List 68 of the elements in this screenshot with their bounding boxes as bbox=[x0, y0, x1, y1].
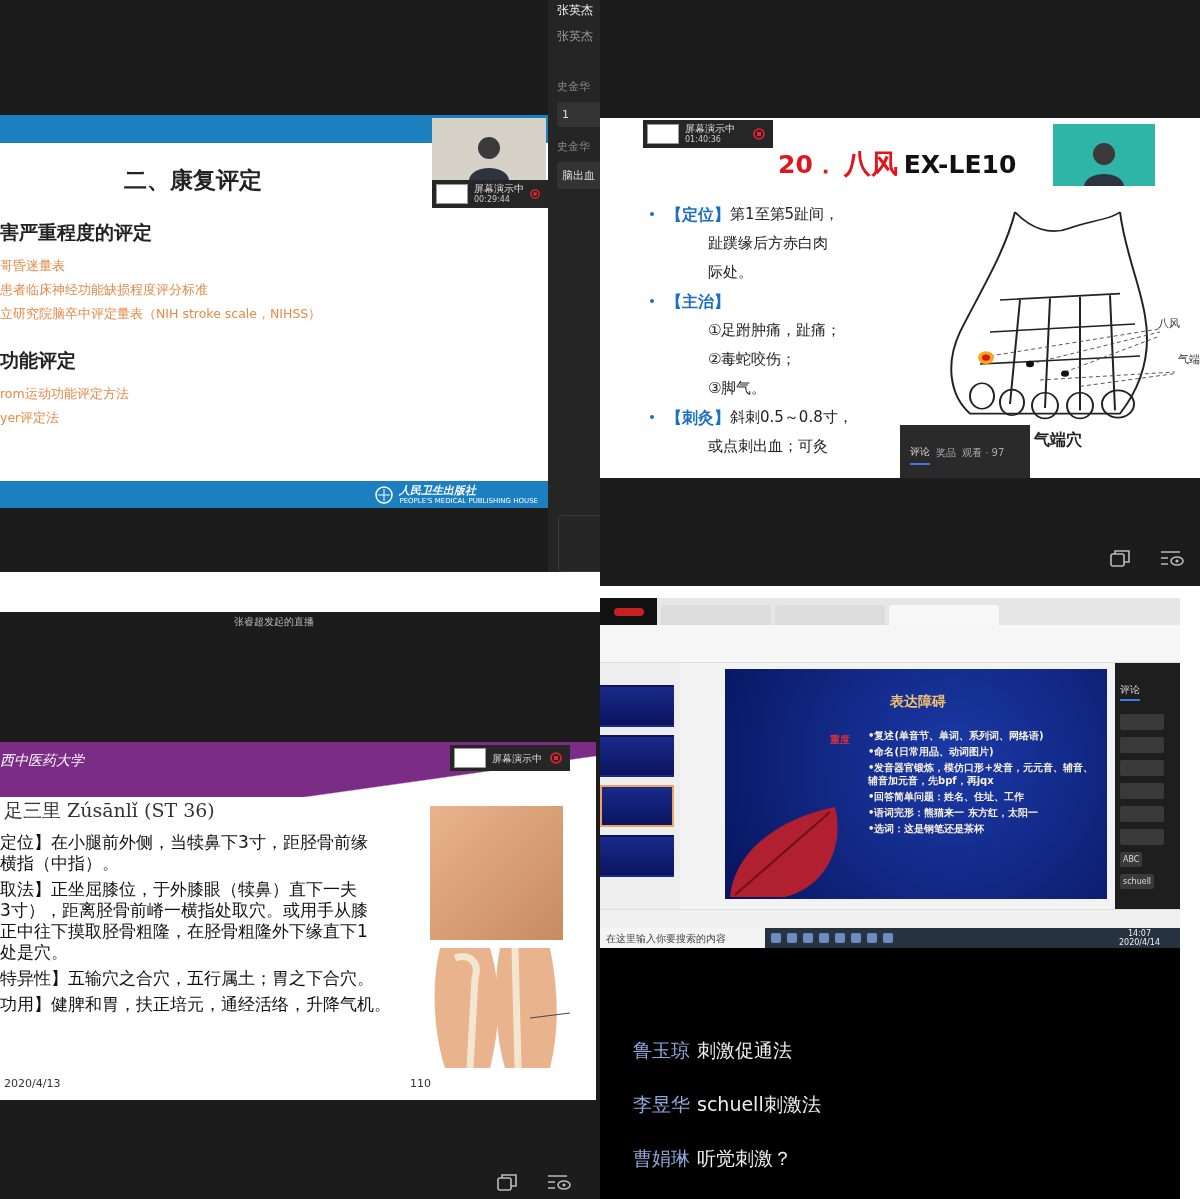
share-status: 屏幕演示中 bbox=[474, 183, 524, 194]
acupoint-title: 足三里 Zúsānlǐ (ST 36) bbox=[4, 798, 215, 823]
bullet-text: 际处。 bbox=[708, 263, 753, 281]
slide-title: 二、康复评定 bbox=[124, 166, 262, 195]
slide-bullet: •选词：这是钢笔还是茶杯 bbox=[868, 822, 986, 836]
list-item: 立研究院脑卒中评定量表（NIH stroke scale，NIHSS） bbox=[0, 306, 322, 321]
chat-subtitle: 张英杰 bbox=[557, 28, 594, 45]
list-item: 哥昏迷量表 bbox=[0, 258, 65, 273]
slide-bullet: •复述(单音节、单词、系列词、网络语) bbox=[868, 729, 1045, 743]
slide-title: 表达障碍 bbox=[890, 693, 946, 712]
share-timer: 01:40:36 bbox=[685, 134, 722, 145]
chat-message: 1 bbox=[557, 102, 600, 127]
chat-user-name: 李昱华 bbox=[633, 1092, 690, 1116]
list-item: yer评定法 bbox=[0, 410, 60, 425]
bullet-label: 【定位】 bbox=[666, 204, 730, 226]
chat-message: 刺激促通法 bbox=[697, 1038, 792, 1062]
bullet-text: 斜刺0.5～0.8寸， bbox=[730, 407, 853, 428]
slide-number: 20． bbox=[778, 149, 838, 181]
publisher-name: 人民卫生出版社 bbox=[399, 483, 478, 497]
paragraph: 取法】正坐屈膝位，于外膝眼（犊鼻）直下一夫 3寸），距离胫骨前嵴一横指处取穴。或用手从膝 正中往下摸取胫骨粗隆，在胫骨粗隆外下缘直下1 处是穴。 bbox=[0, 879, 369, 963]
severity-label: 重度 bbox=[830, 733, 850, 748]
list-item: 患者临床神经功能缺损程度评分标准 bbox=[0, 282, 208, 297]
bullet-label: 【主治】 bbox=[666, 291, 730, 313]
share-status: 屏幕演示中 bbox=[685, 123, 735, 134]
figure-label: 气端 bbox=[1178, 352, 1200, 367]
paragraph: 定位】在小腿前外侧，当犊鼻下3寸，距胫骨前缘 横指（中指）。 bbox=[0, 832, 369, 874]
panel-tab[interactable]: 奖品 bbox=[936, 445, 956, 465]
chat-title: 张英杰 bbox=[557, 2, 594, 19]
chat-user-name: 曹娟琳 bbox=[633, 1146, 690, 1170]
chat-message: 脑出血 bbox=[557, 162, 600, 189]
chat-message: 听觉刺激？ bbox=[697, 1146, 792, 1170]
chat-message: schuell刺激法 bbox=[697, 1092, 821, 1116]
chat-user-name: 鲁玉琼 bbox=[633, 1038, 690, 1062]
bullet-text: ②毒蛇咬伤； bbox=[708, 350, 797, 368]
bullet-text: 第1至第5趾间， bbox=[730, 204, 840, 225]
share-timer: 00:29:44 bbox=[474, 194, 511, 205]
bullet-text: ①足跗肿痛，趾痛； bbox=[708, 321, 842, 339]
user-name: 史金华 bbox=[557, 139, 591, 154]
stream-title: 张睿超发起的直播 bbox=[233, 615, 315, 629]
user-name: 史金华 bbox=[557, 79, 591, 94]
clock-date: 2020/4/14 bbox=[1118, 938, 1160, 947]
comment-bubble: schuell bbox=[1120, 874, 1155, 890]
panel-tab[interactable]: 评论 bbox=[910, 445, 930, 465]
acupoint-name: 八风 bbox=[843, 147, 898, 181]
bullet-text: 或点刺出血；可灸 bbox=[708, 437, 828, 455]
slide-page-number: 110 bbox=[410, 1077, 431, 1090]
list-item: rom运动功能评定方法 bbox=[0, 386, 129, 401]
slide-bullet: •发音器官锻炼，模仿口形+发音，元元音、辅音、辅音加元音，先bpf，再jqx bbox=[868, 761, 1094, 788]
section-heading: 功能评定 bbox=[0, 348, 77, 373]
comment-bubble: ABC bbox=[1120, 852, 1143, 868]
panel-tab[interactable]: 观看 · 97 bbox=[962, 445, 1005, 465]
figure-label: 八风 bbox=[1158, 316, 1180, 331]
acupoint-code: EX-LE10 bbox=[903, 150, 1017, 179]
bullet-text: ③脚气。 bbox=[708, 379, 767, 397]
slide-date: 2020/4/13 bbox=[4, 1077, 61, 1090]
bullet-label: 【刺灸】 bbox=[666, 407, 730, 429]
bullet-text: 趾蹼缘后方赤白肉 bbox=[708, 234, 828, 252]
slide-bullet: •语词完形：熊猫来一 东方红，太阳一 bbox=[868, 806, 1039, 820]
search-field[interactable]: 在这里输入你要搜索的内容 bbox=[600, 928, 765, 948]
paragraph: 特异性】五输穴之合穴，五行属土；胃之下合穴。 bbox=[0, 968, 375, 989]
university-logo: 西中医药大学 bbox=[0, 752, 84, 770]
paragraph: 功用】健脾和胃，扶正培元，通经活络，升降气机。 bbox=[0, 994, 391, 1015]
slide-bullet: •命名(日常用品、动词图片) bbox=[868, 745, 995, 759]
section-heading: 害严重程度的评定 bbox=[0, 220, 153, 245]
share-status: 屏幕演示中 bbox=[492, 752, 542, 764]
clock-time: 14:07 bbox=[1127, 929, 1151, 938]
figure-label: 气端穴 bbox=[1034, 430, 1082, 451]
slide-bullet: •回答简单问题：姓名、住址、工作 bbox=[868, 790, 1026, 804]
